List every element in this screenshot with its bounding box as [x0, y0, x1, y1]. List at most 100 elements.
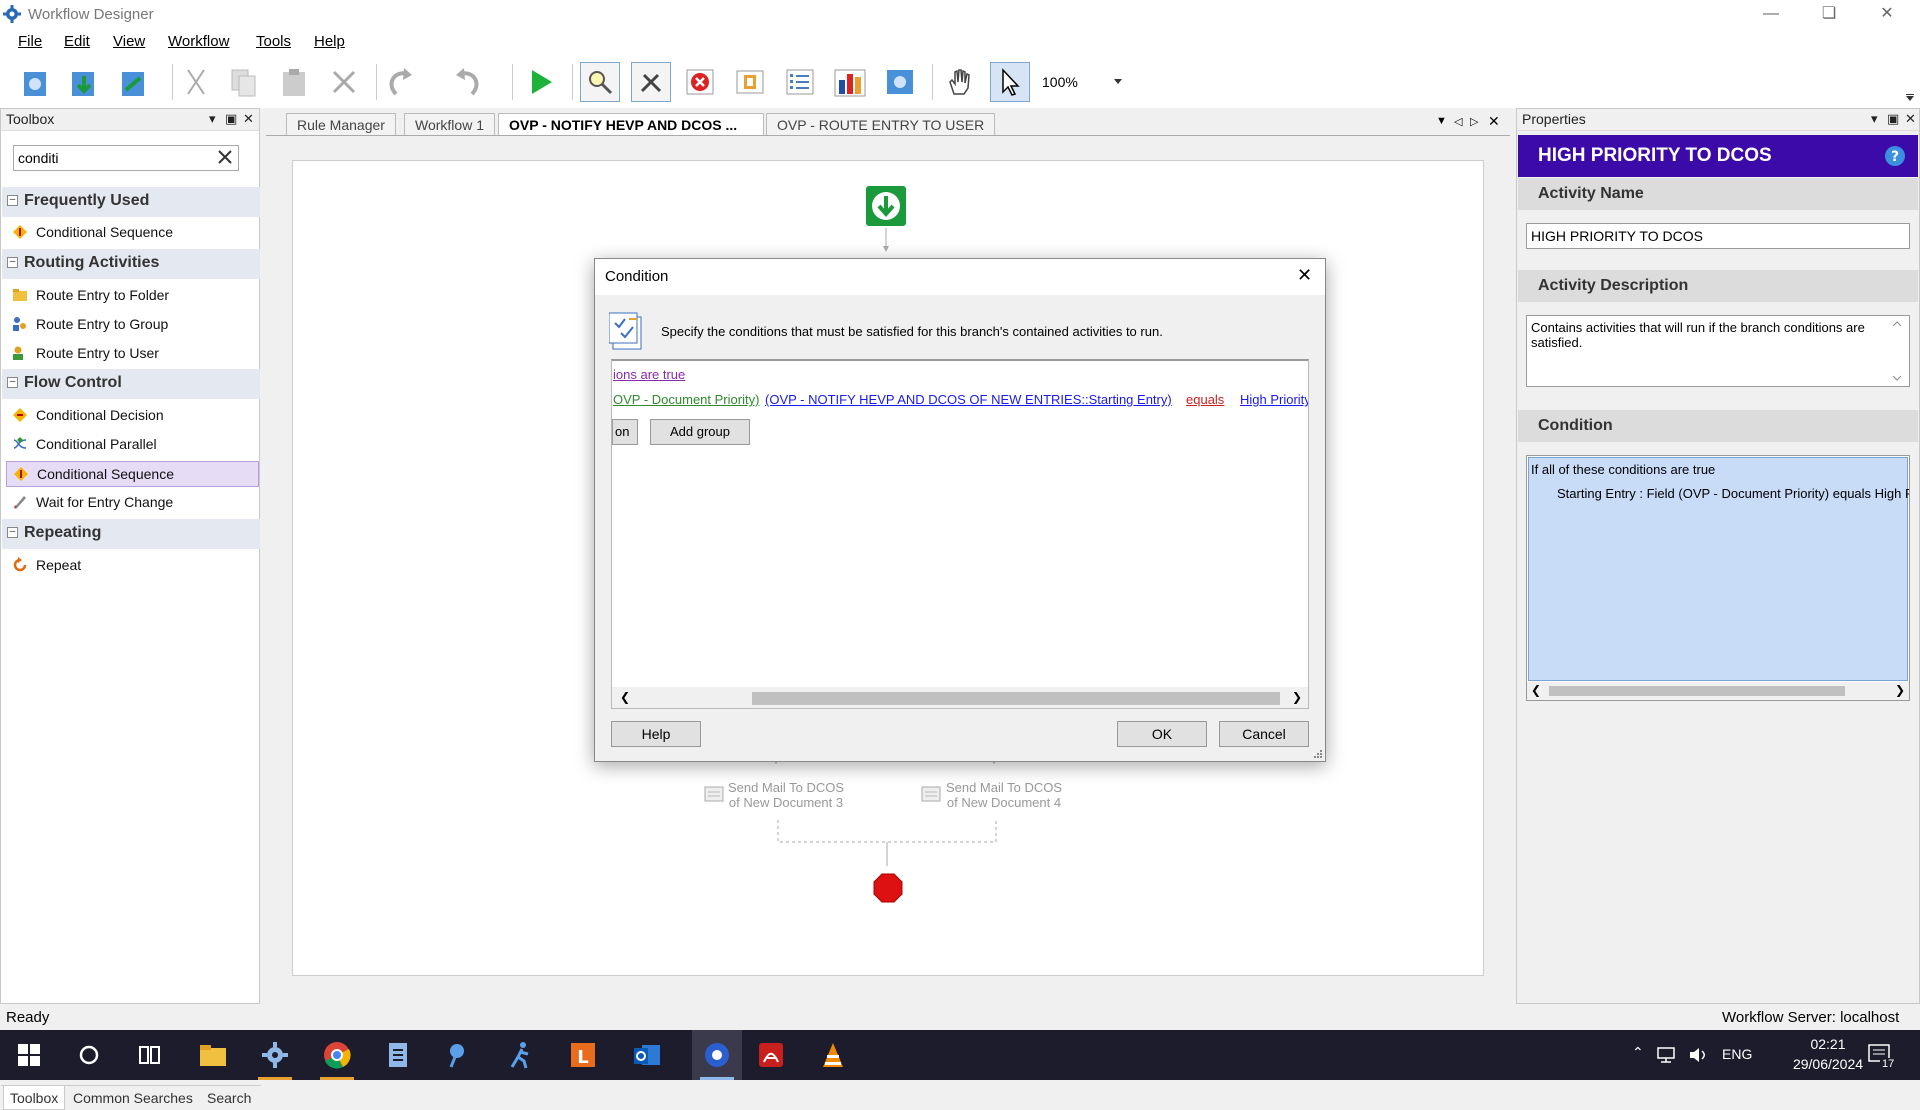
condition-summary-hscroll[interactable]: ❮ ❯: [1527, 682, 1909, 700]
stop-node-icon[interactable]: [872, 872, 904, 904]
cut-icon[interactable]: [176, 62, 216, 102]
file-explorer-icon[interactable]: [196, 1038, 230, 1072]
l-app-icon[interactable]: L: [566, 1038, 600, 1072]
clear-search-icon[interactable]: [217, 149, 233, 165]
runner-app-icon[interactable]: [504, 1038, 538, 1072]
zoom-level[interactable]: 100%: [1042, 74, 1078, 90]
network-icon[interactable]: [1656, 1046, 1676, 1064]
menu-edit[interactable]: Edit: [64, 33, 90, 50]
properties-pin-icon[interactable]: ▣: [1887, 111, 1899, 127]
menu-file[interactable]: File: [18, 33, 42, 50]
minimize-button[interactable]: —: [1742, 0, 1800, 30]
toolbox-dropdown-icon[interactable]: ▾: [209, 111, 216, 127]
vlc-icon[interactable]: [816, 1038, 850, 1072]
toolbox-item-conditional-sequence-selected[interactable]: Conditional Sequence: [6, 461, 259, 487]
task-view-icon[interactable]: [132, 1038, 166, 1072]
ok-button[interactable]: OK: [1117, 721, 1207, 747]
publish-icon[interactable]: [114, 62, 154, 102]
toolbox-item-route-entry-to-user[interactable]: Route Entry to User: [6, 341, 259, 367]
copy-icon[interactable]: [224, 62, 264, 102]
dialog-close-icon[interactable]: ✕: [1297, 265, 1312, 286]
menu-help[interactable]: Help: [314, 33, 345, 50]
volume-icon[interactable]: [1688, 1046, 1708, 1064]
redo-icon[interactable]: [446, 62, 486, 102]
pointer-icon[interactable]: [990, 62, 1030, 102]
close-window-button[interactable]: ✕: [1858, 0, 1916, 30]
doc-tab-route-entry-to-user[interactable]: OVP - ROUTE ENTRY TO USER: [766, 113, 996, 135]
toolbox-item-route-entry-to-folder[interactable]: Route Entry to Folder: [6, 283, 259, 309]
menu-workflow[interactable]: Workflow: [168, 33, 229, 50]
toolbox-item-repeat[interactable]: Repeat: [6, 553, 259, 579]
tools-icon[interactable]: [631, 62, 671, 102]
menu-view[interactable]: View: [113, 33, 145, 50]
acrobat-icon[interactable]: [754, 1038, 788, 1072]
doc-tab-notify-hevp[interactable]: OVP - NOTIFY HEVP AND DCOS ...: [498, 113, 764, 135]
toolbox-item-conditional-sequence[interactable]: Conditional Sequence: [6, 220, 259, 246]
chrome-icon[interactable]: [320, 1038, 354, 1072]
cancel-button[interactable]: Cancel: [1219, 721, 1309, 747]
doc-tabs-prev-icon[interactable]: ◁: [1454, 115, 1462, 128]
doc-tabs-dropdown-icon[interactable]: ▼: [1436, 115, 1447, 127]
tab-common-searches[interactable]: Common Searches: [67, 1086, 199, 1110]
condition-header-link[interactable]: ions are true: [613, 367, 685, 382]
document-app-icon[interactable]: [382, 1038, 416, 1072]
tray-chevron-icon[interactable]: ⌃: [1632, 1044, 1644, 1061]
find-icon[interactable]: [580, 62, 620, 102]
import-icon[interactable]: [64, 62, 104, 102]
help-button[interactable]: Help: [611, 721, 701, 747]
settings-icon[interactable]: [880, 62, 920, 102]
category-flow-control[interactable]: – Flow Control: [2, 369, 260, 399]
workflow-designer-taskbar-icon[interactable]: [258, 1038, 292, 1072]
rule-operator-link[interactable]: equals: [1186, 392, 1224, 407]
doc-close-icon[interactable]: ✕: [1488, 113, 1500, 130]
toolbox-pin-icon[interactable]: ▣: [225, 111, 237, 127]
undo-icon[interactable]: [382, 62, 422, 102]
toolbar-overflow-icon[interactable]: [1906, 94, 1914, 102]
toolbox-close-icon[interactable]: ✕: [243, 111, 254, 127]
tab-toolbox[interactable]: Toolbox: [3, 1086, 66, 1110]
language-indicator[interactable]: ENG: [1722, 1046, 1752, 1062]
help-icon[interactable]: ?: [1884, 145, 1906, 167]
outlook-icon[interactable]: [630, 1038, 664, 1072]
properties-close-icon[interactable]: ✕: [1905, 111, 1916, 127]
toolbox-item-conditional-parallel[interactable]: Conditional Parallel: [6, 432, 259, 458]
menu-tools[interactable]: Tools: [256, 33, 291, 50]
toolbox-item-conditional-decision[interactable]: Conditional Decision: [6, 403, 259, 429]
checklist-icon[interactable]: [780, 62, 820, 102]
doc-tab-rule-manager[interactable]: Rule Manager: [286, 113, 396, 135]
activity-description-input[interactable]: Contains activities that will run if the…: [1526, 315, 1910, 387]
activity-name-input[interactable]: HIGH PRIORITY TO DCOS: [1526, 223, 1910, 249]
report-icon[interactable]: [830, 62, 870, 102]
pin-app-icon[interactable]: [442, 1038, 476, 1072]
category-frequently-used[interactable]: – Frequently Used: [2, 187, 260, 217]
restore-button[interactable]: ❏: [1800, 0, 1858, 30]
obs-record-icon[interactable]: [700, 1038, 734, 1072]
category-routing-activities[interactable]: – Routing Activities: [2, 249, 260, 279]
add-condition-button[interactable]: on: [612, 419, 638, 445]
tab-search[interactable]: Search: [201, 1086, 257, 1110]
rule-entry-link[interactable]: (OVP - NOTIFY HEVP AND DCOS OF NEW ENTRI…: [765, 392, 1172, 407]
toolbox-search-input[interactable]: conditi: [13, 145, 239, 171]
search-circle-icon[interactable]: [72, 1038, 106, 1072]
start-windows-icon[interactable]: [12, 1038, 46, 1072]
paste-icon[interactable]: [274, 62, 314, 102]
clock-time[interactable]: 02:21: [1790, 1036, 1866, 1052]
doc-tabs-next-icon[interactable]: ▷: [1470, 115, 1478, 128]
stop-icon[interactable]: [680, 62, 720, 102]
clock-date[interactable]: 29/06/2024: [1786, 1056, 1870, 1072]
condition-summary-box[interactable]: If all of these conditions are true Star…: [1526, 455, 1910, 701]
condition-editor-hscroll[interactable]: ❮ ❯: [612, 687, 1308, 708]
validate-icon[interactable]: [730, 62, 770, 102]
zoom-dropdown-icon[interactable]: [1114, 79, 1122, 85]
run-icon[interactable]: [520, 62, 560, 102]
doc-tab-workflow-1[interactable]: Workflow 1: [404, 113, 495, 135]
rule-value-link[interactable]: High Priority: [1240, 392, 1308, 407]
rule-field-link[interactable]: OVP - Document Priority): [613, 392, 759, 407]
condition-editor[interactable]: ions are true OVP - Document Priority) (…: [611, 359, 1309, 709]
toolbox-item-route-entry-to-group[interactable]: Route Entry to Group: [6, 312, 259, 338]
delete-icon[interactable]: [324, 62, 364, 102]
pan-hand-icon[interactable]: [940, 62, 980, 102]
description-scrollbar[interactable]: [1891, 320, 1903, 382]
start-node-icon[interactable]: [866, 186, 906, 256]
add-group-button[interactable]: Add group: [650, 419, 750, 445]
